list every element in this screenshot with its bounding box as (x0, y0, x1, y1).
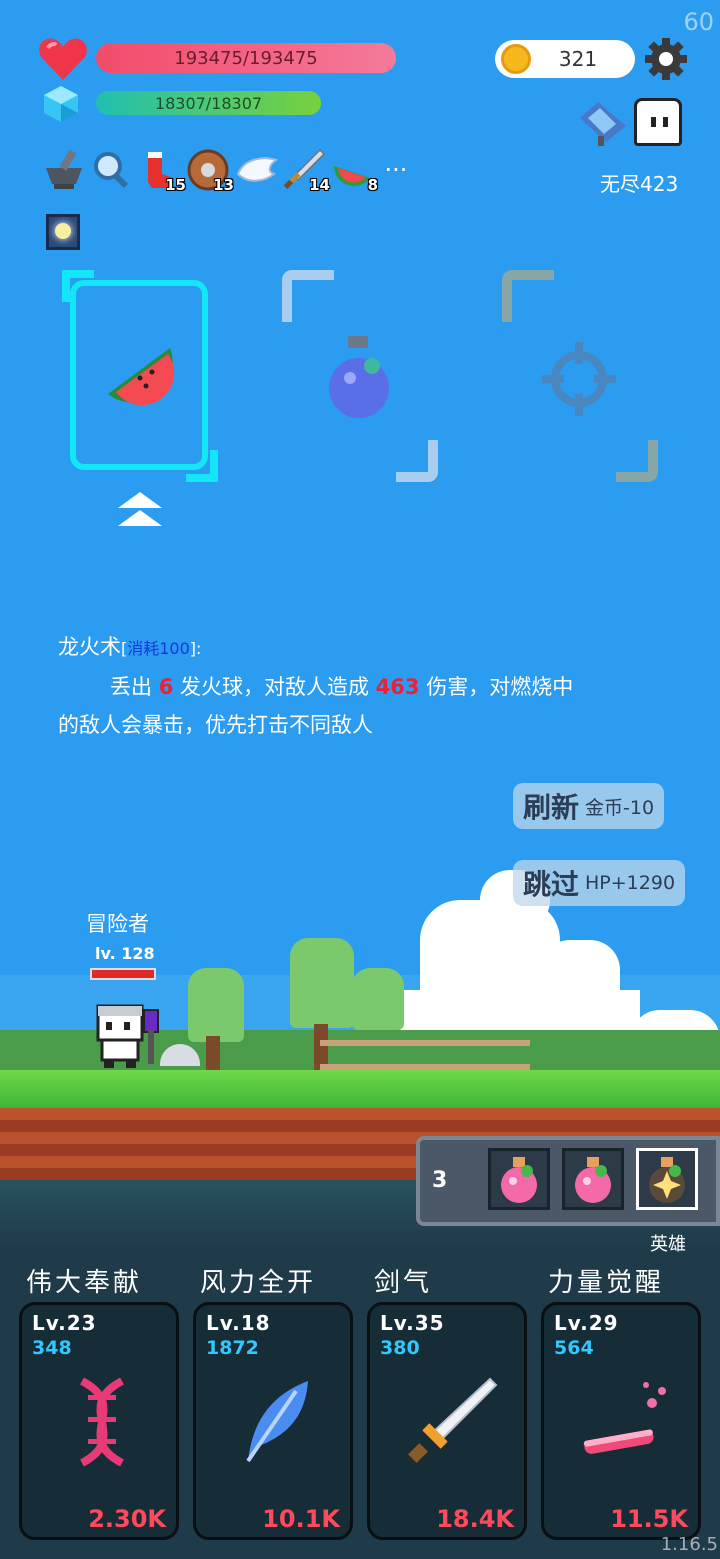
version-label: 1.16.5 (660, 1534, 718, 1555)
hp-bar: 193475/193475 (96, 43, 396, 73)
upgrade-name-2: 风力全开 (200, 1268, 317, 1298)
crosshair-icon (542, 342, 616, 416)
ground-grass (0, 1070, 720, 1108)
upgrade-card-4[interactable]: Lv.29 564 11.5K (541, 1302, 701, 1540)
skill-description: 龙火术[消耗100]: 丢出 6 发火球，对敌人造成 463 伤害，对燃烧中 的… (58, 635, 574, 737)
skill-card-watermelon-selected[interactable] (62, 270, 218, 482)
fireball-count: 6 (158, 675, 174, 699)
upgrade-chevron-icon (118, 492, 162, 526)
upgrade-card-2[interactable]: Lv.18 1872 10.1K (193, 1302, 353, 1540)
shield-icon[interactable]: 13 (186, 148, 234, 194)
skill-card-potion[interactable] (282, 270, 438, 482)
upgrade-card-3[interactable]: Lv.35 380 18.4K (367, 1302, 527, 1540)
skip-button[interactable]: 跳过 HP+1290 (513, 860, 686, 906)
fps-counter: 60 (683, 8, 714, 36)
upgrade-name-4: 力量觉醒 (548, 1268, 665, 1298)
skill-card-crosshair[interactable] (502, 270, 658, 482)
tree (352, 968, 404, 1030)
dna-icon (80, 1377, 124, 1467)
skill-cost: 消耗100 (127, 639, 190, 658)
feather-icon (246, 1381, 308, 1463)
hero-label: 英雄 (650, 1234, 686, 1255)
sock-icon[interactable]: 15 (138, 148, 186, 194)
watermelon-icon (108, 348, 175, 406)
skill-name: 龙火术 (58, 635, 121, 659)
pink-potion-icon (575, 1157, 611, 1203)
wing-icon[interactable] (234, 148, 279, 192)
mana-bar: 18307/18307 (96, 91, 321, 115)
bomb-potion-icon (329, 336, 389, 418)
character-hp-bar (90, 968, 156, 980)
mortar-icon[interactable] (42, 148, 86, 192)
fence (320, 1040, 530, 1070)
coin-counter: 321 (495, 40, 635, 78)
damage-value: 463 (375, 675, 420, 699)
character-name: 冒险者 (86, 912, 149, 936)
tree (188, 968, 244, 1042)
watermelon-icon[interactable]: 8 (330, 148, 378, 194)
ghost-pet-icon[interactable] (634, 98, 682, 146)
potion-tube-icon (583, 1382, 666, 1454)
potion-count: 3 (432, 1168, 448, 1193)
refresh-button[interactable]: 刷新 金币-10 (513, 783, 665, 829)
potion-slot-hero[interactable] (636, 1148, 698, 1210)
heart-icon (39, 38, 87, 80)
magnifier-icon[interactable] (90, 148, 134, 192)
sword-icon (408, 1377, 498, 1463)
character-level: lv. 128 (95, 944, 155, 963)
tree (290, 938, 354, 1028)
endless-stage-label: 无尽423 (600, 172, 679, 196)
hero-potion-icon (649, 1157, 685, 1203)
item-inventory-row: 15 13 14 8 ··· (42, 145, 422, 195)
mana-gem-icon (44, 86, 78, 122)
lamp-buff-icon[interactable] (46, 214, 80, 250)
pet-drone-icon[interactable] (576, 98, 630, 148)
coin-icon (501, 44, 531, 74)
more-items-icon[interactable]: ··· (378, 148, 414, 192)
upgrade-name-1: 伟大奉献 (26, 1268, 143, 1298)
potion-slot-2[interactable] (562, 1148, 624, 1210)
coin-value: 321 (558, 47, 598, 71)
gear-icon[interactable] (645, 38, 687, 80)
upgrade-card-1[interactable]: Lv.23 348 2.30K (19, 1302, 179, 1540)
sword-icon[interactable]: 14 (282, 148, 330, 194)
knight-character[interactable] (92, 1002, 162, 1070)
pink-potion-icon (501, 1157, 537, 1203)
potion-slot-1[interactable] (488, 1148, 550, 1210)
upgrade-name-3: 剑气 (374, 1268, 433, 1298)
